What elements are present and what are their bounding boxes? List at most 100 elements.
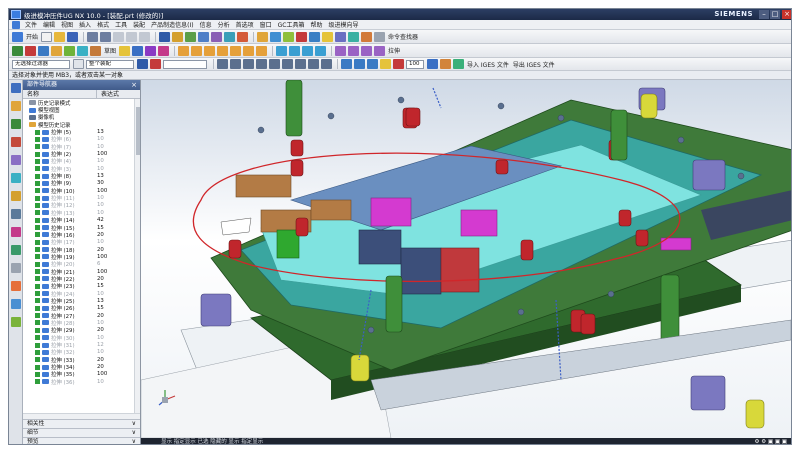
endpoint-snap-icon[interactable] [217, 59, 228, 69]
snap-combo[interactable] [163, 59, 207, 69]
hole-icon[interactable] [77, 45, 88, 56]
check-icon[interactable] [35, 144, 40, 150]
hd3d-tools-icon[interactable] [11, 155, 21, 165]
offset-face-icon[interactable] [230, 45, 242, 56]
graphics-window[interactable] [141, 80, 792, 438]
check-icon[interactable] [35, 173, 40, 179]
selection-filter-combo[interactable]: 无选择过滤器 [12, 59, 70, 69]
boss-icon[interactable] [90, 45, 101, 56]
datum-axis-icon[interactable] [289, 45, 301, 56]
start-icon[interactable] [12, 31, 23, 42]
extrude-label[interactable]: 拉伸 [388, 46, 400, 55]
arc-icon[interactable] [38, 45, 49, 56]
command-finder-label[interactable]: 命令查找器 [388, 32, 418, 41]
tree-node[interactable]: 拉伸 (36) 10 [23, 378, 140, 386]
settings-icon[interactable] [374, 31, 386, 42]
center-snap-icon[interactable] [269, 59, 280, 69]
check-icon[interactable] [35, 364, 40, 370]
paste-icon[interactable] [139, 31, 151, 42]
assembly-scope-combo[interactable]: 整个装配 [86, 59, 134, 69]
component-icon[interactable] [322, 31, 334, 42]
material-icon[interactable] [440, 59, 451, 69]
chevron-down-icon[interactable]: ∨ [132, 438, 136, 444]
check-icon[interactable] [35, 202, 40, 208]
measure-icon[interactable] [283, 31, 295, 42]
menu-information[interactable]: 信息 [197, 20, 215, 29]
quadrant-snap-icon[interactable] [282, 59, 293, 69]
midpoint-snap-icon[interactable] [230, 59, 241, 69]
shell-icon[interactable] [204, 45, 216, 56]
check-icon[interactable] [35, 195, 40, 201]
draft-icon[interactable] [217, 45, 229, 56]
check-icon[interactable] [35, 188, 40, 194]
check-icon[interactable] [35, 210, 40, 216]
column-name[interactable]: 名称 [23, 90, 97, 98]
import-iges-icon[interactable] [453, 59, 464, 69]
check-icon[interactable] [35, 291, 40, 297]
extrude-icon[interactable] [51, 45, 62, 56]
check-icon[interactable] [35, 342, 40, 348]
dependencies-section[interactable]: 相关性 ∨ [23, 419, 140, 428]
die-assembly-model[interactable] [141, 80, 792, 438]
menu-insert[interactable]: 插入 [76, 20, 94, 29]
menu-preferences[interactable]: 首选项 [233, 20, 257, 29]
assembly-icon[interactable] [309, 31, 321, 42]
check-icon[interactable] [35, 129, 40, 135]
check-icon[interactable] [35, 261, 40, 267]
check-icon[interactable] [35, 239, 40, 245]
check-icon[interactable] [35, 313, 40, 319]
point-on-surface-icon[interactable] [321, 59, 332, 69]
check-icon[interactable] [35, 305, 40, 311]
undo-icon[interactable] [87, 31, 99, 42]
intersection-snap-icon[interactable] [256, 59, 267, 69]
chevron-down-icon[interactable]: ∨ [132, 429, 136, 437]
history-palette-icon[interactable] [11, 191, 21, 201]
render-style-icon[interactable] [427, 59, 438, 69]
copy-icon[interactable] [126, 31, 138, 42]
point-on-curve-icon[interactable] [308, 59, 319, 69]
system-materials-icon[interactable] [11, 263, 21, 273]
snap-point-icon[interactable] [150, 59, 161, 69]
save-icon[interactable] [67, 31, 79, 42]
move-component-icon[interactable] [348, 31, 360, 42]
menu-window[interactable]: 窗口 [257, 20, 275, 29]
menu-pmi[interactable]: 产品制造信息(I) [148, 20, 196, 29]
menu-analysis[interactable]: 分析 [215, 20, 233, 29]
preview-section[interactable]: 预览 ∨ [23, 437, 140, 444]
check-icon[interactable] [35, 349, 40, 355]
check-icon[interactable] [35, 158, 40, 164]
check-icon[interactable] [35, 225, 40, 231]
sketch-label[interactable]: 草图 [104, 46, 116, 55]
pan-icon[interactable] [198, 31, 210, 42]
layer-icon[interactable] [257, 31, 269, 42]
subtract-icon[interactable] [158, 45, 170, 56]
fit-view-icon[interactable] [159, 31, 171, 42]
offset-curve-icon[interactable] [374, 45, 386, 56]
redo-icon[interactable] [100, 31, 112, 42]
curve-icon[interactable] [335, 45, 347, 56]
start-label[interactable]: 开始 [26, 32, 38, 41]
check-icon[interactable] [35, 232, 40, 238]
mirror-icon[interactable] [132, 45, 144, 56]
existing-point-icon[interactable] [295, 59, 306, 69]
view-front-icon[interactable] [341, 59, 352, 69]
show-hide-icon[interactable] [270, 31, 282, 42]
menu-tools[interactable]: 工具 [112, 20, 130, 29]
menu-file[interactable]: 文件 [22, 20, 40, 29]
point-icon[interactable] [315, 45, 327, 56]
check-icon[interactable] [35, 357, 40, 363]
control-point-icon[interactable] [243, 59, 254, 69]
datum-plane-icon[interactable] [276, 45, 288, 56]
spline-icon[interactable] [348, 45, 360, 56]
edge-blend-icon[interactable] [178, 45, 190, 56]
check-icon[interactable] [35, 276, 40, 282]
view-iso-icon[interactable] [367, 59, 378, 69]
zoom-percent-field[interactable]: 100 [406, 59, 424, 69]
view-top-icon[interactable] [354, 59, 365, 69]
chevron-down-icon[interactable]: ∨ [132, 420, 136, 428]
split-body-icon[interactable] [256, 45, 268, 56]
select-all-icon[interactable] [137, 59, 148, 69]
check-icon[interactable] [35, 371, 40, 377]
explode-icon[interactable] [361, 31, 373, 42]
check-icon[interactable] [35, 247, 40, 253]
